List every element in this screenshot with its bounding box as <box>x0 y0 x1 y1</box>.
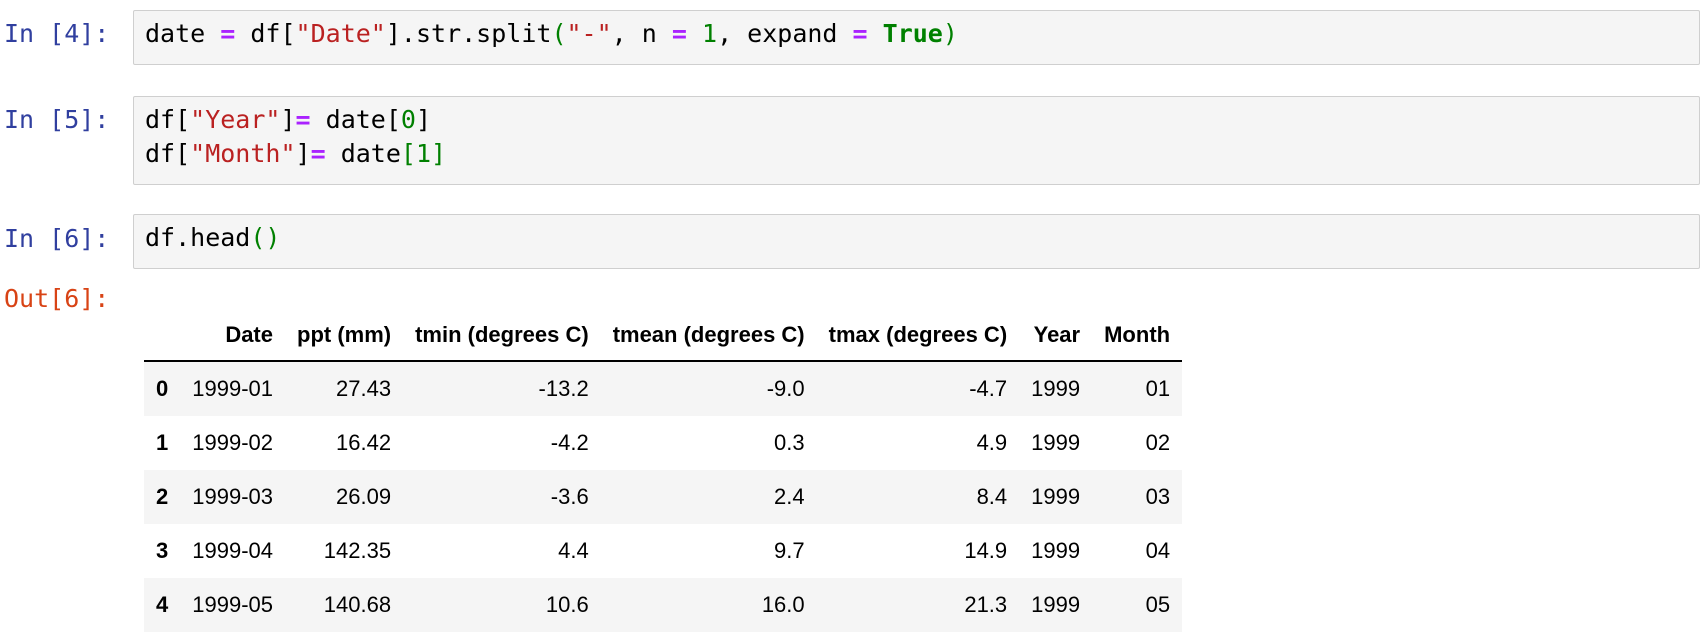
column-header: ppt (mm) <box>285 310 404 362</box>
table-cell: 142.35 <box>323 538 392 563</box>
table-cell: 16.0 <box>761 592 805 617</box>
table-cell: 14.9 <box>964 538 1008 563</box>
table-cell: 16.42 <box>336 430 392 455</box>
table-cell: -13.2 <box>538 376 589 401</box>
table-row: 4 1999-05 140.68 10.6 16.0 21.3 1999 05 <box>144 578 1183 632</box>
table-cell: 1999-02 <box>192 430 273 455</box>
code-editor[interactable]: date = df["Date"].str.split("-", n = 1, … <box>133 10 1700 65</box>
code-line: date = df["Date"].str.split("-", n = 1, … <box>145 19 958 48</box>
table-cell: 4.9 <box>976 430 1008 455</box>
table-cell: 1999 <box>1031 538 1081 563</box>
column-header: Date <box>180 310 285 362</box>
row-index: 1 <box>156 430 169 455</box>
table-row: 3 1999-04 142.35 4.4 9.7 14.9 1999 04 <box>144 524 1182 578</box>
output-prompt: Out[6]: <box>4 284 110 313</box>
table-cell: -4.7 <box>969 376 1008 401</box>
table-cell: 1999-05 <box>192 592 273 617</box>
table-cell: 26.09 <box>336 484 392 509</box>
input-prompt: In [6]: <box>4 224 110 253</box>
table-cell: 4.4 <box>558 538 589 563</box>
index-header <box>144 310 181 362</box>
table-cell: 01 <box>1145 376 1171 401</box>
table-cell: 1999 <box>1031 592 1081 617</box>
table-cell: 05 <box>1145 592 1171 617</box>
code-line: df["Year"]= date[0] <box>145 105 432 134</box>
table-cell: 0.3 <box>774 430 805 455</box>
table-cell: 21.3 <box>964 592 1008 617</box>
input-prompt: In [5]: <box>4 105 110 134</box>
code-editor[interactable]: df["Year"]= date[0] df["Month"]= date[1] <box>133 96 1700 185</box>
table-cell: 1999-01 <box>192 376 273 401</box>
row-index: 2 <box>156 484 169 509</box>
table-cell: 03 <box>1145 484 1171 509</box>
table-cell: -3.6 <box>550 484 589 509</box>
table-cell: 1999 <box>1031 430 1081 455</box>
table-cell: 04 <box>1145 538 1171 563</box>
table-cell: -4.2 <box>550 430 589 455</box>
code-line: df.head() <box>145 223 281 252</box>
code-editor[interactable]: df.head() <box>133 214 1700 269</box>
column-header: tmean (degrees C) <box>600 310 817 362</box>
row-index: 0 <box>156 376 169 401</box>
row-index: 3 <box>156 538 169 563</box>
column-header: tmax (degrees C) <box>816 310 1020 362</box>
table-row: 0 1999-01 27.43 -13.2 -9.0 -4.7 1999 01 <box>144 361 1183 416</box>
row-index: 4 <box>156 592 169 617</box>
code-line: df["Month"]= date[1] <box>145 139 447 168</box>
table-cell: 1999 <box>1031 484 1081 509</box>
table-cell: 1999 <box>1031 376 1081 401</box>
table-row: 2 1999-03 26.09 -3.6 2.4 8.4 1999 03 <box>144 470 1183 524</box>
table-cell: 10.6 <box>545 592 589 617</box>
table-row: 1 1999-02 16.42 -4.2 0.3 4.9 1999 02 <box>144 416 1182 470</box>
column-header: tmin (degrees C) <box>403 310 601 362</box>
column-header: Month <box>1092 310 1183 362</box>
table-cell: 1999-04 <box>192 538 273 563</box>
table-cell: 02 <box>1145 430 1171 455</box>
table-cell: 27.43 <box>336 376 392 401</box>
table-cell: 140.68 <box>323 592 392 617</box>
table-cell: 9.7 <box>774 538 805 563</box>
column-header: Year <box>1019 310 1093 362</box>
dataframe-table: Date ppt (mm) tmin (degrees C) tmean (de… <box>144 310 1183 632</box>
table-header-row: Date ppt (mm) tmin (degrees C) tmean (de… <box>144 310 1183 362</box>
input-prompt: In [4]: <box>4 19 110 48</box>
table-cell: -9.0 <box>766 376 805 401</box>
table-cell: 8.4 <box>976 484 1008 509</box>
table-cell: 1999-03 <box>192 484 273 509</box>
table-cell: 2.4 <box>774 484 805 509</box>
